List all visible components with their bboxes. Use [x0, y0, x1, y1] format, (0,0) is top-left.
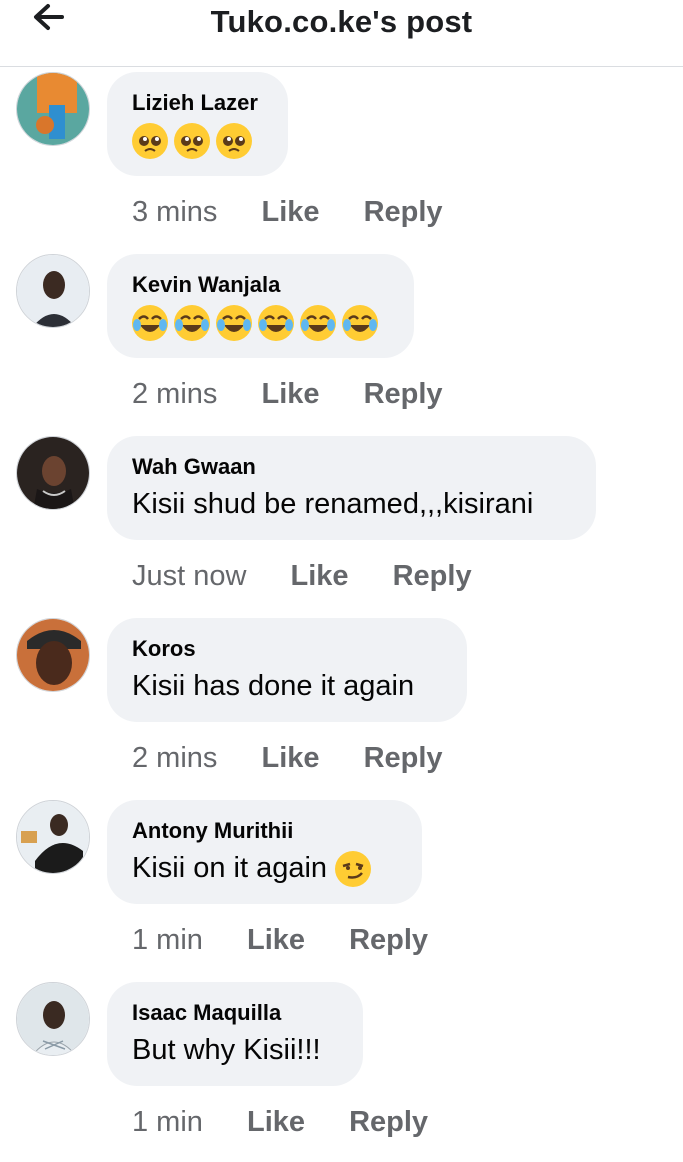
comment-actions: 2 mins Like Reply — [132, 736, 443, 780]
comment-time: 2 mins — [132, 378, 218, 410]
comment-bubble[interactable]: Kevin Wanjala — [107, 254, 414, 358]
like-button[interactable]: Like — [261, 196, 319, 228]
tears-of-joy-emoji — [132, 305, 168, 342]
comment-text: Kisii on it again — [132, 848, 397, 888]
tears-of-joy-emoji — [300, 305, 336, 342]
comment-bubble[interactable]: Koros Kisii has done it again — [107, 618, 467, 722]
comment-item: Antony Murithii Kisii on it again 1 min … — [0, 800, 683, 980]
like-button[interactable]: Like — [247, 1106, 305, 1138]
tears-of-joy-emoji — [216, 305, 252, 342]
comment-item: Wah Gwaan Kisii shud be renamed,,,kisira… — [0, 436, 683, 616]
avatar[interactable] — [16, 982, 90, 1056]
reply-button[interactable]: Reply — [393, 560, 472, 592]
avatar[interactable] — [16, 72, 90, 146]
comment-bubble[interactable]: Lizieh Lazer — [107, 72, 288, 176]
comment-item: Koros Kisii has done it again 2 mins Lik… — [0, 618, 683, 798]
like-button[interactable]: Like — [261, 378, 319, 410]
reply-button[interactable]: Reply — [364, 378, 443, 410]
comment-actions: Just now Like Reply — [132, 554, 472, 598]
comment-time: 2 mins — [132, 742, 218, 774]
reply-button[interactable]: Reply — [364, 742, 443, 774]
tears-of-joy-emoji — [174, 305, 210, 342]
reply-button[interactable]: Reply — [349, 1106, 428, 1138]
comment-author[interactable]: Antony Murithii — [132, 818, 397, 844]
pleading-face-emoji — [132, 123, 168, 160]
comment-bubble[interactable]: Wah Gwaan Kisii shud be renamed,,,kisira… — [107, 436, 596, 540]
avatar[interactable] — [16, 436, 90, 510]
pleading-face-emoji — [216, 123, 252, 160]
comment-text — [132, 120, 263, 160]
comment-time: 1 min — [132, 924, 203, 956]
comment-bubble[interactable]: Antony Murithii Kisii on it again — [107, 800, 422, 904]
comment-text: Kisii has done it again — [132, 670, 415, 702]
smirk-emoji — [335, 851, 372, 888]
comment-author[interactable]: Kevin Wanjala — [132, 272, 389, 298]
comment-actions: 3 mins Like Reply — [132, 190, 443, 234]
pleading-face-emoji — [174, 123, 210, 160]
comment-text: But why Kisii!!! — [132, 1034, 321, 1066]
comment-bubble[interactable]: Isaac Maquilla But why Kisii!!! — [107, 982, 363, 1086]
avatar[interactable] — [16, 800, 90, 874]
comment-time: Just now — [132, 560, 247, 592]
comment-item: Isaac Maquilla But why Kisii!!! 1 min Li… — [0, 982, 683, 1162]
comment-time: 1 min — [132, 1106, 203, 1138]
comment-author[interactable]: Wah Gwaan — [132, 454, 571, 480]
reply-button[interactable]: Reply — [364, 196, 443, 228]
avatar[interactable] — [16, 254, 90, 328]
comment-actions: 2 mins Like Reply — [132, 372, 443, 416]
like-button[interactable]: Like — [261, 742, 319, 774]
like-button[interactable]: Like — [291, 560, 349, 592]
tears-of-joy-emoji — [342, 305, 378, 342]
avatar[interactable] — [16, 618, 90, 692]
top-bar: Tuko.co.ke's post — [0, 0, 683, 67]
comment-item: Lizieh Lazer 3 mins Like Reply — [0, 72, 683, 252]
comment-author[interactable]: Lizieh Lazer — [132, 90, 263, 116]
comment-text: Kisii shud be renamed,,,kisirani — [132, 488, 534, 520]
page-title: Tuko.co.ke's post — [210, 4, 473, 39]
comment-author[interactable]: Koros — [132, 636, 442, 662]
comment-actions: 1 min Like Reply — [132, 1100, 428, 1144]
tears-of-joy-emoji — [258, 305, 294, 342]
reply-button[interactable]: Reply — [349, 924, 428, 956]
comment-time: 3 mins — [132, 196, 218, 228]
comment-author[interactable]: Isaac Maquilla — [132, 1000, 338, 1026]
comment-text — [132, 302, 389, 342]
comment-actions: 1 min Like Reply — [132, 918, 428, 962]
like-button[interactable]: Like — [247, 924, 305, 956]
comment-item: Kevin Wanjala 2 mins Like Reply — [0, 254, 683, 434]
